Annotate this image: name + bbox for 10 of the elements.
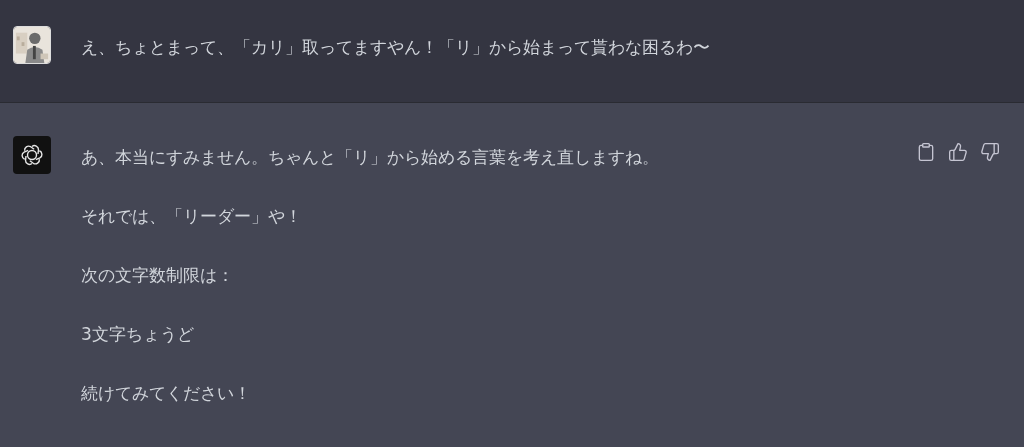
message-text: あ、本当にすみません。ちゃんと「リ」から始める言葉を考え直しますね。	[81, 146, 660, 169]
message-text: 次の文字数制限は：	[81, 264, 235, 287]
message-text: それでは、「リーダー」や！	[81, 205, 303, 228]
thumbs-up-icon[interactable]	[948, 142, 968, 162]
thumbs-down-icon[interactable]	[980, 142, 1000, 162]
message-text: 続けてみてください！	[81, 382, 252, 405]
message-text: え、ちょとまって、「カリ」取ってますやん！「リ」から始まって貰わな困るわ〜	[81, 36, 711, 59]
copy-icon[interactable]	[916, 142, 936, 162]
message-text: 3文字ちょうど	[81, 323, 195, 346]
knot-icon	[20, 143, 44, 167]
